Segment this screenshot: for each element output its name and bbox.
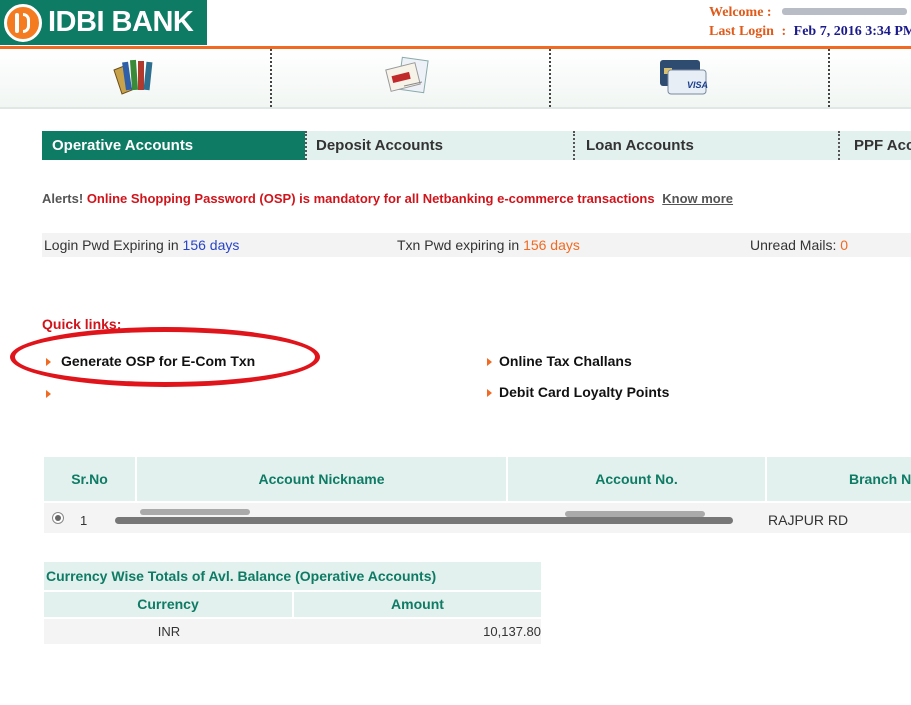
table-row: INR 10,137.80 (44, 619, 541, 644)
menu-separator (828, 49, 830, 107)
row-amount: 10,137.80 (483, 624, 541, 639)
last-login-value: Feb 7, 2016 3:34 PM (793, 24, 911, 39)
bullet-icon (46, 390, 51, 398)
alert-label: Alerts! (42, 191, 84, 206)
txn-pwd-status: Txn Pwd expiring in 156 days (397, 237, 580, 253)
txn-pwd-label: Txn Pwd expiring in (397, 237, 520, 253)
redaction-strike (115, 517, 733, 524)
highlight-oval-annotation (10, 327, 320, 387)
menu-separator (270, 49, 272, 107)
account-tabs: Operative Accounts Deposit Accounts Loan… (42, 131, 911, 160)
last-login: Last Login : Feb 7, 2016 3:34 PM (709, 24, 911, 40)
bullet-icon (487, 389, 492, 397)
login-pwd-days: 156 days (182, 237, 240, 253)
last-login-label: Last Login (709, 24, 774, 39)
unread-mails[interactable]: Unread Mails: 0 (750, 237, 848, 253)
idbi-logo-icon (4, 3, 42, 42)
col-account-nickname: Account Nickname (258, 471, 385, 487)
tab-loan-accounts[interactable]: Loan Accounts (576, 131, 838, 160)
bill-payment-icon[interactable] (382, 56, 432, 98)
login-pwd-label: Login Pwd Expiring in (44, 237, 179, 253)
col-currency: Currency (137, 596, 199, 612)
col-amount: Amount (391, 596, 444, 612)
online-tax-challans-link[interactable]: Online Tax Challans (499, 353, 632, 369)
row-branch: RAJPUR RD (768, 512, 849, 528)
unread-mails-label: Unread Mails: (750, 237, 837, 253)
debit-card-loyalty-link[interactable]: Debit Card Loyalty Points (499, 384, 669, 400)
col-branch-name: Branch Name (849, 471, 911, 487)
txn-pwd-days: 156 days (523, 237, 580, 253)
bank-logo[interactable]: IDBI BANK (0, 0, 207, 45)
redacted-nickname (140, 509, 250, 515)
books-icon[interactable] (108, 56, 158, 98)
col-srno: Sr.No (71, 471, 108, 487)
tab-deposit-accounts[interactable]: Deposit Accounts (306, 131, 573, 160)
currency-totals-title: Currency Wise Totals of Avl. Balance (Op… (44, 562, 541, 590)
welcome-label: Welcome : (709, 5, 772, 20)
row-srno: 1 (80, 513, 88, 528)
alert-message: Online Shopping Password (OSP) is mandat… (86, 191, 655, 206)
tab-separator (838, 131, 840, 160)
login-pwd-status: Login Pwd Expiring in 156 days (44, 237, 239, 253)
accounts-table-header: Sr.No Account Nickname Account No. Branc… (44, 457, 911, 501)
svg-text:VISA: VISA (687, 80, 708, 90)
last-login-separator: : (781, 24, 787, 39)
tab-operative-accounts[interactable]: Operative Accounts (42, 131, 305, 160)
tab-separator (573, 131, 575, 160)
bullet-icon (487, 358, 492, 366)
unread-mails-count: 0 (840, 237, 849, 253)
status-bar: Login Pwd Expiring in 156 days Txn Pwd e… (42, 233, 911, 257)
know-more-link[interactable]: Know more (662, 191, 733, 206)
credit-card-icon[interactable]: VISA (658, 56, 708, 98)
account-radio[interactable] (52, 512, 64, 524)
alert-banner: Alerts! Online Shopping Password (OSP) i… (42, 191, 733, 206)
menu-separator (549, 49, 551, 107)
col-divider (765, 457, 767, 501)
col-account-no: Account No. (595, 471, 678, 487)
row-currency: INR (157, 624, 181, 639)
redacted-username (782, 8, 907, 15)
tab-ppf-accounts[interactable]: PPF Accounts (844, 131, 911, 160)
currency-table-header: Currency Amount (44, 592, 541, 617)
bank-name: IDBI BANK (48, 6, 194, 38)
